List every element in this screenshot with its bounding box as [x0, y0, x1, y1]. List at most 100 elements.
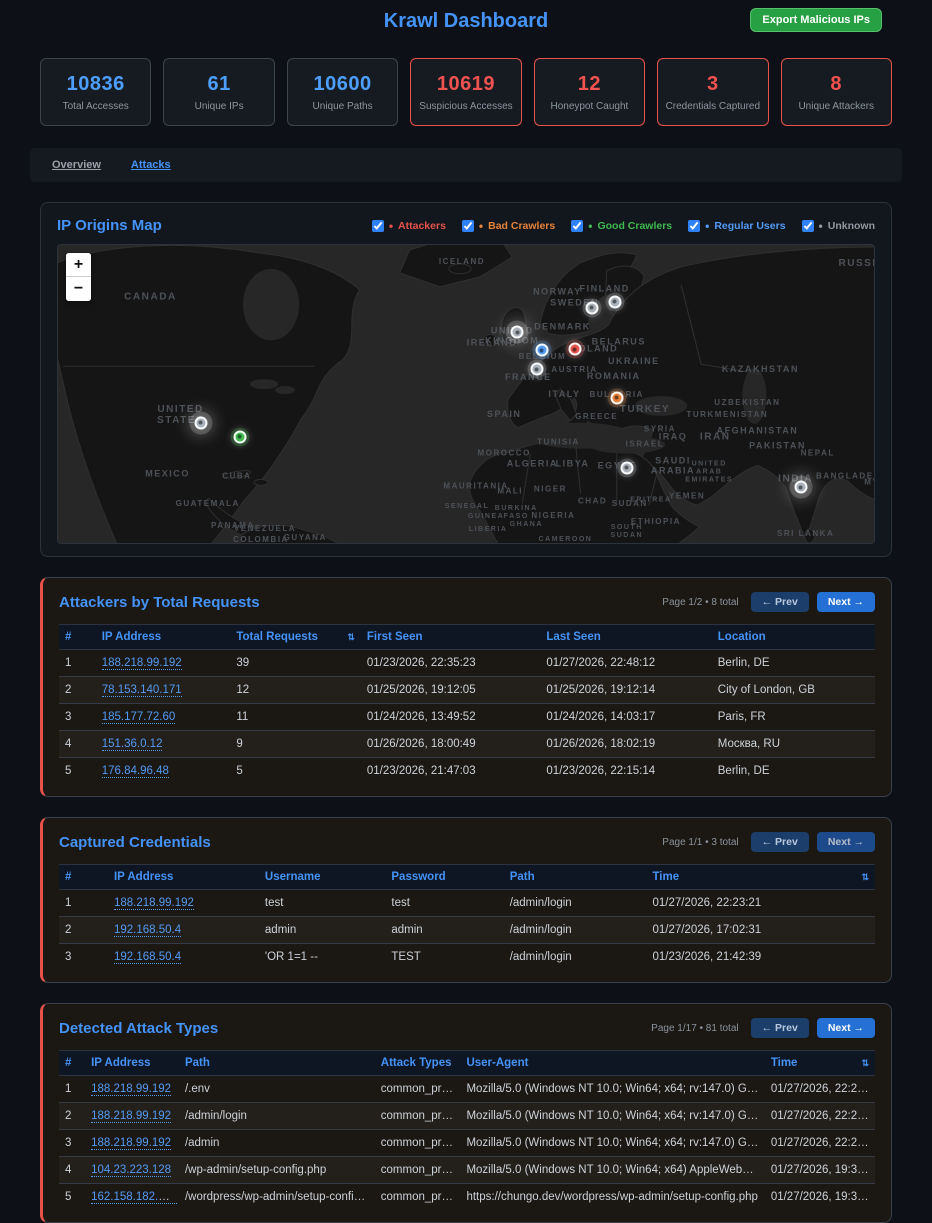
- map-marker-unknown[interactable]: [194, 416, 207, 429]
- cell: /admin/login: [179, 1103, 375, 1130]
- cell-ip-address[interactable]: 192.168.50.4: [108, 917, 259, 944]
- column-header-total-requests[interactable]: Total Requests⇅: [230, 625, 361, 650]
- map-label-nepal: NEPAL: [801, 449, 835, 458]
- cell-ip-address[interactable]: 78.153.140.171: [96, 677, 231, 704]
- column-header-ip-address: IP Address: [96, 625, 231, 650]
- ip-link[interactable]: 188.218.99.192: [102, 657, 182, 670]
- map-marker-unknown[interactable]: [585, 301, 598, 314]
- cell: 2: [59, 677, 96, 704]
- cell: 11: [230, 704, 361, 731]
- cell-ip-address[interactable]: 188.218.99.192: [96, 650, 231, 677]
- column-header-time[interactable]: Time⇅: [765, 1051, 875, 1076]
- map-label-south-sudan: SOUTHSUDAN: [611, 524, 644, 539]
- world-map: CANADAICELANDUNITEDSTATESMEXICOCUBAGUATE…: [58, 245, 874, 543]
- stat-label: Credentials Captured: [666, 101, 761, 112]
- cell-ip-address[interactable]: 188.218.99.192: [85, 1130, 179, 1157]
- export-malicious-ips-button[interactable]: Export Malicious IPs: [750, 8, 882, 32]
- table-title: Detected Attack Types: [59, 1020, 218, 1037]
- map-label-eritrea: ERITREA: [630, 496, 671, 503]
- tab-overview[interactable]: Overview: [52, 159, 101, 171]
- table-row: 2188.218.99.192/admin/logincommon_probes…: [59, 1103, 875, 1130]
- ip-link[interactable]: 176.84.96.48: [102, 765, 169, 778]
- map-marker-unknown[interactable]: [794, 481, 807, 494]
- map-marker-unknown[interactable]: [511, 326, 524, 339]
- ip-link[interactable]: 192.168.50.4: [114, 924, 181, 937]
- map-label-kazakhstan: KAZAKHSTAN: [722, 364, 799, 374]
- cell: test: [385, 890, 503, 917]
- cell: 'OR 1=1 --: [259, 944, 385, 971]
- map-title: IP Origins Map: [57, 217, 162, 234]
- stat-value: 10600: [313, 73, 371, 96]
- map-marker-good-crawler[interactable]: [233, 430, 246, 443]
- cell-ip-address[interactable]: 104.23.223.128: [85, 1157, 179, 1184]
- ip-link[interactable]: 185.177.72.60: [102, 711, 176, 724]
- ip-link[interactable]: 162.158.182.104: [91, 1191, 177, 1204]
- tab-bar: Overview Attacks: [30, 148, 902, 182]
- sort-icon[interactable]: ⇅: [861, 1058, 869, 1069]
- ip-link[interactable]: 78.153.140.171: [102, 684, 182, 697]
- map-marker-unknown[interactable]: [530, 363, 543, 376]
- column-header-last-seen: Last Seen: [540, 625, 711, 650]
- column-header-time[interactable]: Time⇅: [646, 865, 875, 890]
- cell: 01/27/2026, 19:35:33: [765, 1184, 875, 1211]
- map-label-ireland: IRELAND: [467, 337, 518, 347]
- prev-page-button[interactable]: ← Prev: [751, 1018, 809, 1038]
- ip-link[interactable]: 188.218.99.192: [114, 897, 194, 910]
- column-header-ip-address: IP Address: [85, 1051, 179, 1076]
- cell-ip-address[interactable]: 162.158.182.104: [85, 1184, 179, 1211]
- pagination: Page 1/17 • 81 total ← Prev Next →: [651, 1018, 875, 1038]
- cell-ip-address[interactable]: 151.36.0.12: [96, 731, 231, 758]
- stat-value: 61: [208, 73, 231, 96]
- table-row: 5162.158.182.104/wordpress/wp-admin/setu…: [59, 1184, 875, 1211]
- cell-ip-address[interactable]: 192.168.50.4: [108, 944, 259, 971]
- ip-link[interactable]: 188.218.99.192: [91, 1110, 171, 1123]
- cell: TEST: [385, 944, 503, 971]
- map-label-greece: GREECE: [575, 412, 618, 421]
- map-label-algeria: ALGERIA: [507, 459, 558, 469]
- page-info: Page 1/17 • 81 total: [651, 1023, 738, 1034]
- legend-checkbox[interactable]: [372, 220, 384, 232]
- zoom-out-button[interactable]: −: [66, 277, 91, 301]
- map-marker-bad-crawler[interactable]: [610, 391, 623, 404]
- cell: 1: [59, 890, 108, 917]
- next-page-button[interactable]: Next →: [817, 1018, 875, 1038]
- cell-ip-address[interactable]: 188.218.99.192: [85, 1103, 179, 1130]
- legend-checkbox[interactable]: [571, 220, 583, 232]
- sort-icon[interactable]: ⇅: [861, 872, 869, 883]
- map-canvas[interactable]: + −: [57, 244, 875, 544]
- cell: Mozilla/5.0 (Windows NT 10.0; Win64; x64…: [460, 1157, 764, 1184]
- ip-link[interactable]: 104.23.223.128: [91, 1164, 171, 1177]
- map-label-morocco: MOROCCO: [477, 449, 530, 458]
- tab-attacks[interactable]: Attacks: [131, 159, 171, 171]
- ip-link[interactable]: 151.36.0.12: [102, 738, 163, 751]
- sort-icon[interactable]: ⇅: [347, 632, 355, 643]
- map-marker-regular-user[interactable]: [535, 344, 548, 357]
- cell: 01/23/2026, 22:15:14: [540, 758, 711, 785]
- map-label-israel: ISRAEL: [626, 440, 665, 449]
- map-marker-attacker[interactable]: [568, 343, 581, 356]
- legend-item-unknown: •Unknown: [802, 220, 875, 232]
- cell-ip-address[interactable]: 188.218.99.192: [85, 1076, 179, 1103]
- map-marker-unknown[interactable]: [620, 461, 633, 474]
- column-header--: #: [59, 1051, 85, 1076]
- pagination: Page 1/1 • 3 total ← Prev Next →: [662, 832, 875, 852]
- zoom-in-button[interactable]: +: [66, 253, 91, 277]
- ip-link[interactable]: 188.218.99.192: [91, 1083, 171, 1096]
- cell: /admin/login: [504, 944, 647, 971]
- ip-link[interactable]: 192.168.50.4: [114, 951, 181, 964]
- next-page-button[interactable]: Next →: [817, 832, 875, 852]
- prev-page-button[interactable]: ← Prev: [751, 832, 809, 852]
- cell: 5: [230, 758, 361, 785]
- prev-page-button[interactable]: ← Prev: [751, 592, 809, 612]
- map-marker-unknown[interactable]: [608, 295, 621, 308]
- next-page-button[interactable]: Next →: [817, 592, 875, 612]
- cell: 01/27/2026, 22:23:21: [646, 890, 875, 917]
- legend-checkbox[interactable]: [462, 220, 474, 232]
- cell-ip-address[interactable]: 188.218.99.192: [108, 890, 259, 917]
- cell-ip-address[interactable]: 185.177.72.60: [96, 704, 231, 731]
- ip-link[interactable]: 188.218.99.192: [91, 1137, 171, 1150]
- legend-item-bad-crawlers: •Bad Crawlers: [462, 220, 555, 232]
- cell-ip-address[interactable]: 176.84.96.48: [96, 758, 231, 785]
- legend-checkbox[interactable]: [688, 220, 700, 232]
- legend-checkbox[interactable]: [802, 220, 814, 232]
